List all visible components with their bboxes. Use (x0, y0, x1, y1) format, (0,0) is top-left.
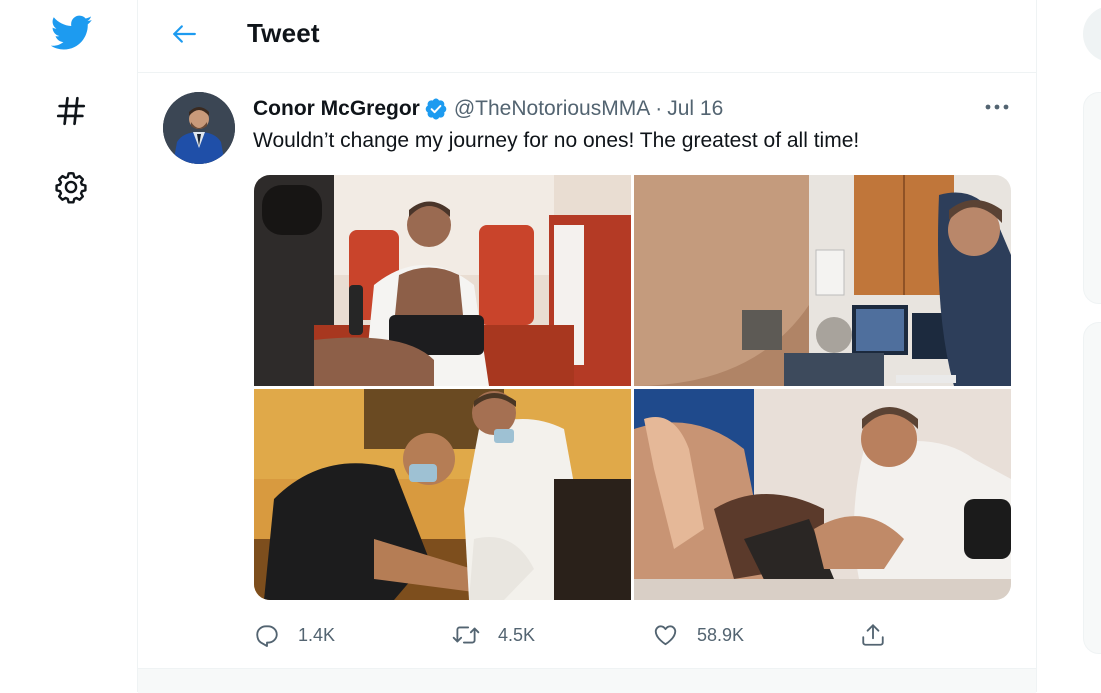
settings-button[interactable] (46, 162, 96, 212)
tweet-actions: 1.4K 4.5K 58.9K (254, 618, 1014, 652)
page-header: Tweet (138, 0, 1036, 73)
twitter-bird-icon (51, 15, 93, 50)
arrow-left-icon (173, 25, 196, 43)
avatar-image (163, 92, 235, 164)
tweet-header: Conor McGregor @TheNotoriousMMA · Jul 16 (253, 96, 723, 122)
avatar[interactable] (163, 92, 235, 164)
tweet-text: Wouldn’t change my journey for no ones! … (253, 129, 860, 152)
verified-badge-icon (424, 97, 448, 121)
media-photo-3[interactable] (254, 389, 631, 600)
sidebar (0, 0, 138, 692)
retweet-button[interactable]: 4.5K (452, 618, 535, 652)
media-photo-2[interactable] (634, 175, 1011, 386)
twitter-logo-button[interactable] (47, 8, 97, 58)
retweet-count: 4.5K (498, 624, 536, 645)
main-column: Tweet Conor McGregor @TheNotoriousMMA · … (138, 0, 1037, 693)
timeline-divider (138, 668, 1036, 693)
media-grid (254, 175, 1011, 600)
reply-icon (256, 625, 278, 647)
like-count: 58.9K (697, 624, 745, 645)
right-sidebar (1037, 0, 1101, 692)
sidebar-card (1083, 322, 1101, 654)
like-button[interactable]: 58.9K (652, 618, 744, 652)
more-options-button[interactable] (978, 94, 1016, 120)
heart-icon (654, 625, 677, 646)
hashtag-icon (56, 96, 86, 126)
back-button[interactable] (164, 14, 204, 54)
user-handle[interactable]: @TheNotoriousMMA (454, 97, 650, 121)
reply-button[interactable]: 1.4K (254, 618, 335, 652)
reply-count: 1.4K (298, 624, 336, 645)
sidebar-card (1083, 92, 1101, 304)
explore-button[interactable] (46, 86, 96, 136)
media-photo-4[interactable] (634, 389, 1011, 600)
more-dots-icon (985, 104, 1009, 110)
retweet-icon (452, 626, 480, 644)
share-button[interactable] (860, 618, 886, 652)
separator-dot: · (655, 97, 663, 120)
share-icon (862, 624, 884, 646)
tweet-date[interactable]: Jul 16 (667, 97, 723, 121)
display-name[interactable]: Conor McGregor (253, 97, 420, 121)
search-box[interactable] (1083, 6, 1101, 62)
page-title: Tweet (247, 18, 320, 48)
gear-icon (55, 172, 87, 204)
media-photo-1[interactable] (254, 175, 631, 386)
